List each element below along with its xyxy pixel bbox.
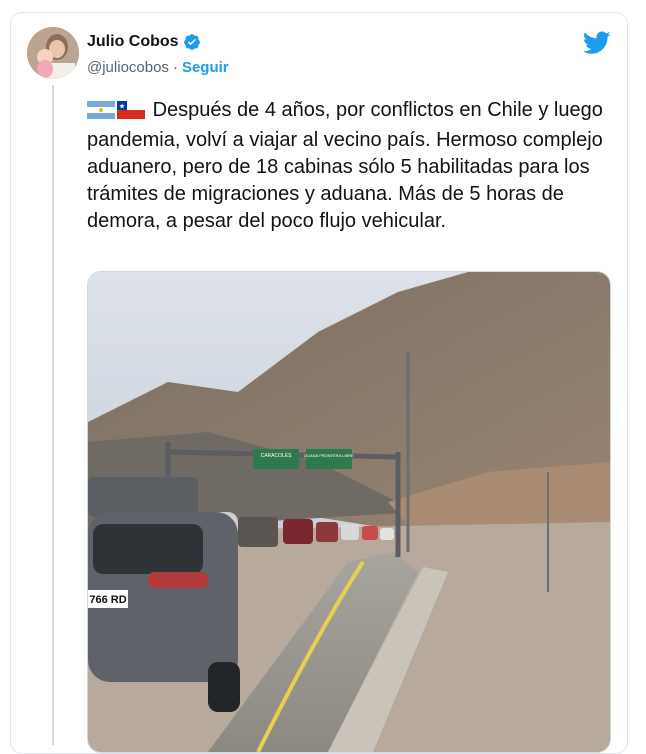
chile-flag-icon (117, 100, 145, 127)
author-name-row: Julio Cobos (87, 33, 201, 51)
handle-row: @juliocobos · Seguir (87, 59, 229, 76)
tweet-body: Después de 4 años, por conflictos en Chi… (87, 99, 603, 232)
tweet-photo[interactable]: CARACOLES DUANA FRONTERA LIBRE 766 RD (87, 271, 611, 753)
license-plate: 766 RD (89, 594, 126, 606)
author-name[interactable]: Julio Cobos (87, 33, 179, 51)
argentina-flag-icon (87, 100, 115, 127)
sign-right-label: DUANA FRONTERA LIBRE (304, 453, 354, 458)
separator: · (172, 59, 178, 76)
author-handle[interactable]: @juliocobos (87, 59, 169, 76)
tweet-card: Julio Cobos @juliocobos · Seguir Después… (10, 12, 628, 754)
thread-line (52, 85, 54, 745)
follow-button[interactable]: Seguir (182, 59, 229, 76)
twitter-bird-icon[interactable] (583, 31, 611, 55)
sign-left-label: CARACOLES (261, 453, 293, 459)
avatar[interactable] (27, 27, 79, 79)
verified-badge-icon (183, 34, 200, 50)
tweet-text: Después de 4 años, por conflictos en Chi… (87, 97, 617, 235)
